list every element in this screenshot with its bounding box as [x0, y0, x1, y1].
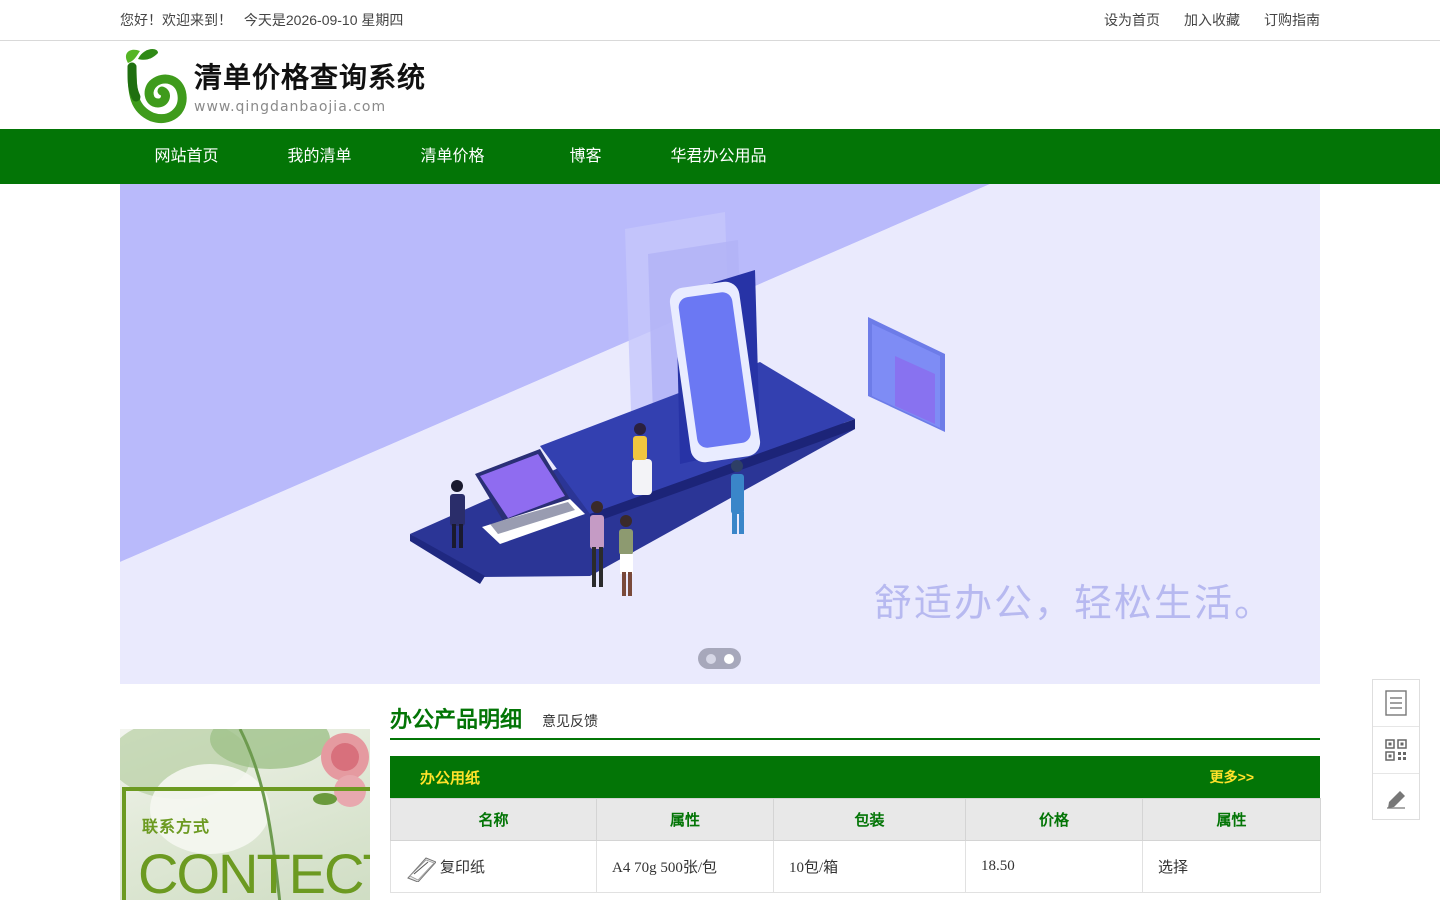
nav-item-my-list[interactable]: 我的清单	[253, 129, 386, 184]
panel-tabhead: 办公产品明细 意见反馈	[390, 684, 1320, 740]
side-tool-list[interactable]	[1373, 680, 1419, 727]
list-icon	[1385, 690, 1407, 716]
qrcode-icon	[1385, 739, 1407, 761]
product-panel: 办公产品明细 意见反馈 办公用纸 更多>> 名称 属性 包装 价格 属性 复印纸…	[390, 684, 1321, 893]
main-nav: 网站首页 我的清单 清单价格 博客 华君办公用品	[0, 129, 1440, 184]
category-bar: 办公用纸 更多>>	[390, 756, 1320, 798]
site-url: www.qingdanbaojia.com	[194, 99, 387, 115]
add-favorite-link[interactable]: 加入收藏	[1184, 10, 1240, 30]
greeting-area: 您好！欢迎来到！ 今天是2026-09-10 星期四	[120, 10, 403, 30]
col-price: 价格	[965, 798, 1143, 841]
set-homepage-link[interactable]: 设为首页	[1104, 10, 1160, 30]
logo-text: 清单价格查询系统 www.qingdanbaojia.com	[194, 55, 426, 115]
banner-carousel[interactable]: 舒适办公，轻松生活。	[120, 184, 1320, 684]
logo-icon[interactable]	[122, 45, 188, 125]
cell-attr: A4 70g 500张/包	[596, 840, 774, 893]
cell-select[interactable]: 选择	[1142, 840, 1321, 893]
cell-price: 18.50	[965, 840, 1143, 893]
side-toolbar	[1372, 679, 1420, 820]
col-name: 名称	[390, 798, 597, 841]
table-row: 复印纸 A4 70g 500张/包 10包/箱 18.50 选择	[390, 840, 1321, 893]
feedback-link[interactable]: 意见反馈	[542, 706, 598, 736]
col-attr: 属性	[596, 798, 774, 841]
category-name: 办公用纸	[420, 769, 481, 787]
greeting-text: 您好！欢迎来到！	[120, 12, 232, 28]
side-tool-qrcode[interactable]	[1373, 727, 1419, 774]
panel-title[interactable]: 办公产品明细	[390, 706, 522, 736]
col-attr-2: 属性	[1142, 798, 1321, 841]
top-bar: 您好！欢迎来到！ 今天是2026-09-10 星期四 设为首页 加入收藏 订购指…	[0, 0, 1440, 41]
order-guide-link[interactable]: 订购指南	[1264, 10, 1320, 30]
site-title: 清单价格查询系统	[194, 61, 427, 94]
edit-icon	[1387, 790, 1405, 809]
side-tool-edit[interactable]	[1373, 774, 1419, 821]
table-header-row: 名称 属性 包装 价格 属性	[390, 798, 1321, 841]
carousel-dot-2[interactable]	[723, 653, 734, 664]
product-name[interactable]: 复印纸	[440, 856, 485, 877]
contact-card[interactable]: 联系方式 CONTECT	[120, 729, 370, 900]
content-area: 联系方式 CONTECT 办公产品明细 意见反馈 办公用纸 更多>> 名称 属性…	[120, 684, 1321, 900]
carousel-dot-1[interactable]	[705, 653, 716, 664]
col-pack: 包装	[773, 798, 966, 841]
nav-item-office-supplies[interactable]: 华君办公用品	[652, 129, 785, 184]
nav-item-home[interactable]: 网站首页	[120, 129, 253, 184]
header: 清单价格查询系统 www.qingdanbaojia.com	[0, 41, 1440, 129]
nav-item-blog[interactable]: 博客	[519, 129, 652, 184]
banner-slogan: 舒适办公，轻松生活。	[873, 581, 1274, 625]
cell-name: 复印纸	[390, 840, 597, 893]
paper-thumbnail-icon	[407, 856, 436, 882]
more-link[interactable]: 更多>>	[1210, 767, 1254, 787]
nav-item-list-price[interactable]: 清单价格	[386, 129, 519, 184]
contact-big-text: CONTECT	[138, 842, 370, 900]
top-links: 设为首页 加入收藏 订购指南	[1104, 10, 1320, 30]
date-text: 今天是2026-09-10 星期四	[243, 12, 404, 28]
product-table: 名称 属性 包装 价格 属性 复印纸 A4 70g 500张/包 10包/箱 1…	[390, 798, 1321, 893]
carousel-dots	[698, 648, 741, 669]
cell-pack: 10包/箱	[773, 840, 966, 893]
contact-label: 联系方式	[142, 819, 211, 836]
